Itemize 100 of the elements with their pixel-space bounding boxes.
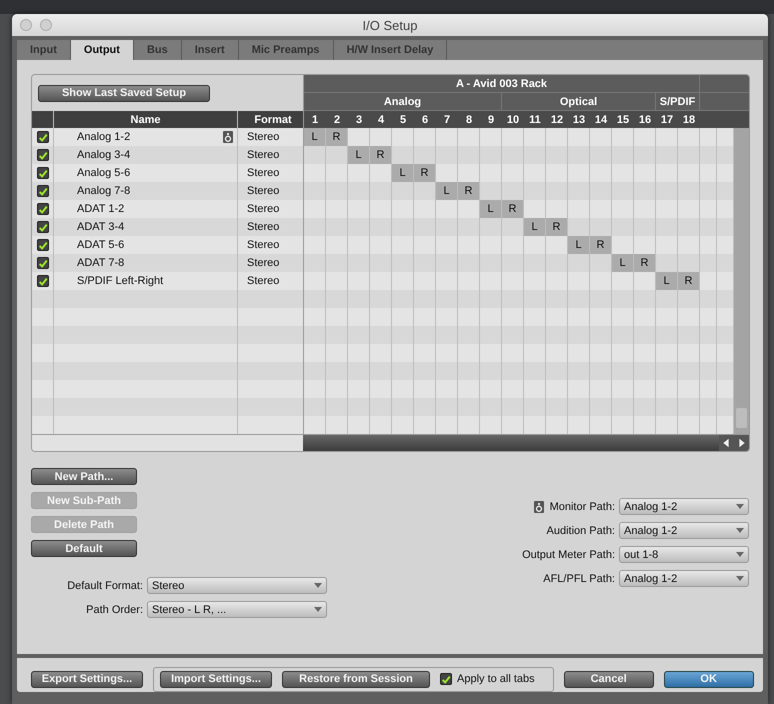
- assigned-cell[interactable]: L: [612, 254, 634, 272]
- format-cell-text: Stereo: [246, 238, 280, 253]
- channel-number: 13: [572, 112, 586, 128]
- option-label: AFL/PFL Path:: [543, 572, 615, 584]
- assigned-cell[interactable]: L: [480, 200, 502, 218]
- path-name: S/PDIF Left-Right: [77, 275, 164, 287]
- path-name: ADAT 1-2: [77, 203, 124, 215]
- channel-number: 10: [506, 112, 520, 128]
- minimize-window-button[interactable]: [40, 19, 52, 31]
- path-button[interactable]: Default: [31, 540, 137, 557]
- assigned-cell[interactable]: R: [414, 164, 436, 182]
- path-button[interactable]: New Path...: [31, 468, 137, 485]
- tab[interactable]: Output: [70, 40, 134, 60]
- assigned-cell[interactable]: L: [436, 182, 458, 200]
- checkbox[interactable]: [36, 185, 48, 197]
- dropdown[interactable]: Analog 1-2: [619, 570, 749, 587]
- channel-number: 9: [486, 112, 496, 128]
- dropdown[interactable]: Analog 1-2: [619, 498, 749, 515]
- group-header: S/PDIF: [656, 93, 700, 110]
- assigned-cell[interactable]: R: [590, 236, 612, 254]
- assigned-cell[interactable]: R: [634, 254, 656, 272]
- channel-number: 3: [354, 112, 364, 128]
- channel-number: 7: [442, 112, 452, 128]
- assigned-cell[interactable]: L: [524, 218, 546, 236]
- checkbox[interactable]: [36, 131, 48, 143]
- channel-number: 11: [528, 112, 542, 128]
- cancel-button[interactable]: Cancel: [564, 670, 654, 688]
- export-settings-button[interactable]: Export Settings...: [31, 670, 143, 688]
- channel-number: 5: [398, 112, 408, 128]
- path-name: Analog 7-8: [77, 185, 130, 197]
- group-header: Analog: [304, 93, 502, 110]
- checkbox[interactable]: [36, 275, 48, 287]
- close-window-button[interactable]: [20, 19, 32, 31]
- option-label: Audition Path:: [546, 524, 615, 536]
- scroll-right-icon[interactable]: [734, 435, 749, 451]
- checkbox[interactable]: [36, 149, 48, 161]
- horizontal-scrollbar[interactable]: [303, 435, 719, 451]
- path-name: Analog 5-6: [77, 167, 130, 179]
- assigned-cell[interactable]: R: [546, 218, 568, 236]
- caret-icon: [736, 576, 744, 581]
- caret-icon: [314, 583, 322, 588]
- channel-number: 2: [332, 112, 342, 128]
- path-name: Analog 3-4: [77, 149, 130, 161]
- checkbox[interactable]: [36, 257, 48, 269]
- dropdown[interactable]: Stereo: [147, 577, 327, 594]
- import-settings-button[interactable]: Import Settings...: [160, 670, 272, 688]
- checkbox[interactable]: [36, 239, 48, 251]
- caret-icon: [314, 607, 322, 612]
- path-name: ADAT 7-8: [77, 257, 124, 269]
- path-name: ADAT 5-6: [77, 239, 124, 251]
- vertical-scrollbar[interactable]: [734, 128, 749, 434]
- group-header: Optical: [502, 93, 656, 110]
- assigned-cell[interactable]: R: [678, 272, 700, 290]
- format-cell-text: Stereo: [246, 130, 280, 145]
- channel-number: 15: [616, 112, 630, 128]
- checkbox[interactable]: [36, 203, 48, 215]
- assigned-cell[interactable]: R: [458, 182, 480, 200]
- dropdown[interactable]: Analog 1-2: [619, 522, 749, 539]
- path-name: ADAT 3-4: [77, 221, 124, 233]
- channel-number: 6: [420, 112, 430, 128]
- show-last-saved-setup-button[interactable]: Show Last Saved Setup: [38, 84, 210, 102]
- channel-number: 4: [376, 112, 386, 128]
- window-title: I/O Setup: [362, 18, 418, 32]
- format-cell-text: Stereo: [246, 274, 280, 289]
- dropdown[interactable]: out 1-8: [619, 546, 749, 563]
- channel-number: 14: [594, 112, 608, 128]
- option-label: Monitor Path:: [550, 500, 615, 512]
- channel-number: 12: [550, 112, 564, 128]
- device-header: A - Avid 003 Rack: [304, 75, 700, 92]
- option-label: Default Format:: [67, 580, 143, 592]
- assigned-cell[interactable]: L: [304, 128, 326, 146]
- checkbox[interactable]: [36, 221, 48, 233]
- channel-number: 16: [638, 112, 652, 128]
- channel-number: 8: [464, 112, 474, 128]
- assigned-cell[interactable]: R: [502, 200, 524, 218]
- assigned-cell[interactable]: R: [326, 128, 348, 146]
- format-cell-text: Stereo: [246, 166, 280, 181]
- caret-icon: [736, 504, 744, 509]
- option-label: Output Meter Path:: [522, 548, 615, 560]
- channel-number: 18: [682, 112, 696, 128]
- assigned-cell[interactable]: L: [656, 272, 678, 290]
- assigned-cell[interactable]: L: [348, 146, 370, 164]
- format-cell-text: Stereo: [246, 202, 280, 217]
- assigned-cell[interactable]: L: [392, 164, 414, 182]
- caret-icon: [736, 552, 744, 557]
- dropdown[interactable]: Stereo - L R, ...: [147, 601, 327, 618]
- format-cell-text: Stereo: [246, 256, 280, 271]
- checkbox-label: Apply to all tabs: [457, 673, 536, 685]
- column-header: Format: [253, 112, 293, 128]
- format-cell-text: Stereo: [246, 148, 280, 163]
- scroll-left-icon[interactable]: [719, 435, 734, 451]
- channel-number: 1: [310, 112, 320, 128]
- assigned-cell[interactable]: L: [568, 236, 590, 254]
- restore-from-session-button[interactable]: Restore from Session: [282, 670, 430, 688]
- option-label: Path Order:: [86, 604, 143, 616]
- checkbox[interactable]: [36, 167, 48, 179]
- assigned-cell[interactable]: R: [370, 146, 392, 164]
- caret-icon: [736, 528, 744, 533]
- path-name: Analog 1-2: [77, 131, 130, 143]
- checkbox[interactable]: [440, 673, 452, 685]
